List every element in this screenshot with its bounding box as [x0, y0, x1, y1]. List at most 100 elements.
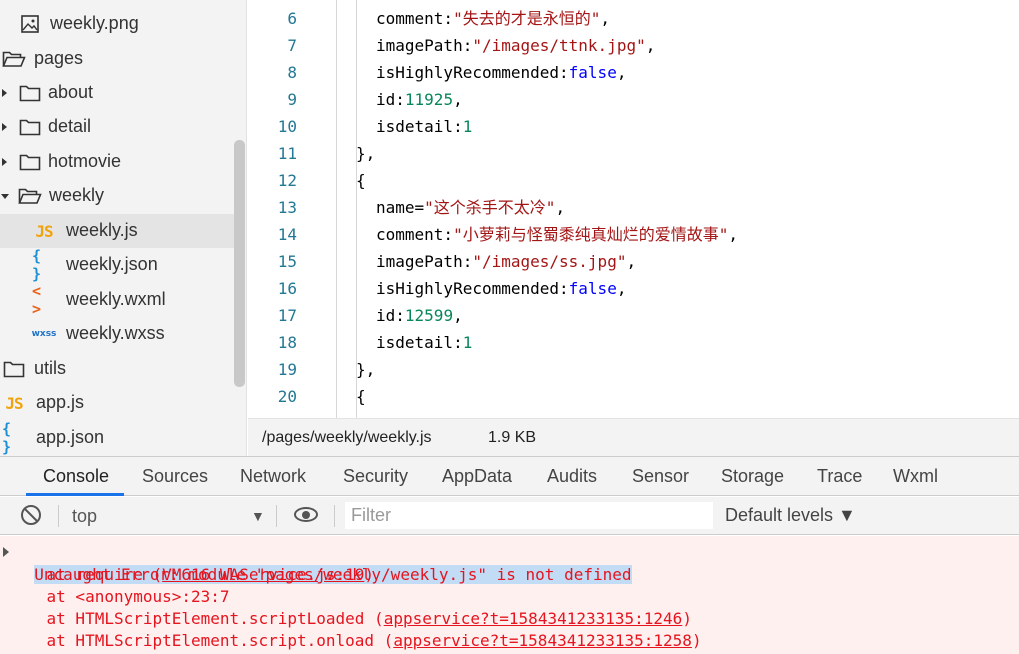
file-tree-label: weekly.wxss	[66, 323, 165, 343]
file-tree-item[interactable]: { } app.json	[0, 420, 234, 456]
chevron-right-icon[interactable]	[2, 89, 7, 97]
code-line: 11},	[248, 140, 1019, 167]
file-tree-item[interactable]: detail	[0, 110, 234, 144]
tab-wxml[interactable]: Wxml	[893, 457, 938, 496]
file-tree-item[interactable]: utils	[0, 352, 234, 386]
line-number: 15	[277, 252, 297, 271]
code-text: imagePath:"/images/ttnk.jpg",	[376, 36, 656, 55]
file-size: 1.9 KB	[488, 429, 537, 446]
file-tree-item[interactable]: about	[0, 76, 234, 110]
file-tree-label: utils	[34, 358, 67, 378]
code-text: isdetail:1	[376, 333, 473, 352]
file-tree-label: weekly	[49, 185, 105, 205]
wxml-file-icon: < >	[32, 282, 42, 318]
code-text: imagePath:"/images/ss.jpg",	[376, 252, 637, 271]
code-text: isHighlyRecommended:false,	[376, 63, 627, 82]
file-tree-label: weekly.json	[66, 254, 158, 274]
file-tree-item[interactable]: pages	[0, 42, 234, 76]
line-number: 13	[277, 198, 297, 217]
file-tree-label: weekly.png	[50, 13, 139, 33]
js-file-icon: JS	[35, 221, 53, 241]
chevron-right-icon[interactable]	[2, 123, 7, 131]
active-tab-indicator	[26, 493, 124, 496]
clear-console-icon[interactable]	[21, 505, 41, 525]
code-line: 7 imagePath:"/images/ttnk.jpg",	[248, 32, 1019, 59]
code-line: 6 comment:"失去的才是永恒的",	[248, 5, 1019, 32]
code-text: id:12599,	[376, 306, 463, 325]
line-number: 16	[277, 279, 297, 298]
code-editor[interactable]: 6 comment:"失去的才是永恒的", 7 imagePath:"/images/…	[248, 0, 1019, 418]
file-tree-label: app.js	[36, 392, 85, 412]
code-line: 13 name="这个杀手不太冷",	[248, 194, 1019, 221]
code-line: 15 imagePath:"/images/ss.jpg",	[248, 248, 1019, 275]
file-tree-item[interactable]: { } weekly.json	[0, 247, 234, 283]
devtools-tab-bar: Console Sources Network Security AppData Audi…	[0, 456, 1019, 496]
console-toolbar: top ▼ Filter Default levels ▼	[0, 497, 1019, 535]
chevron-right-icon[interactable]	[2, 158, 7, 166]
line-number: 10	[277, 117, 297, 136]
source-link[interactable]: appservice?t=1584341233135:1246	[384, 609, 683, 628]
line-number: 19	[277, 360, 297, 379]
line-number: 17	[277, 306, 297, 325]
file-tree-item[interactable]: weekly	[0, 179, 234, 213]
chevron-down-icon[interactable]	[1, 194, 9, 199]
expand-arrow-icon[interactable]	[3, 547, 9, 557]
line-number: 18	[277, 333, 297, 352]
file-tree-item[interactable]: weekly.png	[0, 7, 234, 41]
file-tree-label: detail	[48, 116, 92, 136]
line-number: 11	[277, 144, 297, 163]
tab-audits[interactable]: Audits	[547, 457, 597, 496]
file-tree-item[interactable]: JS app.js	[0, 386, 234, 420]
source-link[interactable]: VM616 WAService.js:19	[162, 565, 364, 584]
folder-icon	[2, 358, 26, 380]
tab-console[interactable]: Console	[43, 457, 109, 496]
wxss-file-icon: wxss	[31, 329, 57, 339]
stack-trace-line: at HTMLScriptElement.scriptLoaded (appse…	[8, 609, 692, 628]
file-tree-item[interactable]: wxss weekly.wxss	[0, 317, 234, 351]
code-line: 19},	[248, 356, 1019, 383]
line-number: 7	[287, 36, 297, 55]
source-link[interactable]: appservice?t=1584341233135:1258	[393, 631, 692, 650]
file-tree-label: pages	[34, 48, 84, 68]
file-tree-item[interactable]: < > weekly.wxml	[0, 282, 234, 318]
file-tree: weekly.png pages about detail hotmovie weekly…	[0, 0, 247, 456]
code-text: {	[356, 171, 366, 190]
tab-appdata[interactable]: AppData	[442, 457, 512, 496]
code-line: 14 comment:"小萝莉与怪蜀黍纯真灿烂的爱情故事",	[248, 221, 1019, 248]
eye-icon[interactable]	[294, 507, 318, 522]
code-line: 18 isdetail:1	[248, 329, 1019, 356]
code-line: 20 {	[248, 383, 1019, 410]
file-tree-label: weekly.wxml	[66, 289, 166, 309]
tab-security[interactable]: Security	[343, 457, 408, 496]
js-file-icon: JS	[5, 393, 23, 413]
filter-input[interactable]: Filter	[345, 502, 713, 529]
file-tree-label: hotmovie	[48, 151, 122, 171]
log-levels-dropdown[interactable]: Default levels ▼	[725, 505, 856, 526]
chevron-down-icon[interactable]: ▼	[251, 508, 265, 524]
image-file-icon	[18, 13, 42, 35]
code-text: {	[356, 387, 366, 406]
tab-network[interactable]: Network	[240, 457, 306, 496]
code-text: id:11925,	[376, 90, 463, 109]
code-text: },	[356, 144, 376, 163]
context-selector[interactable]: top	[72, 506, 97, 527]
code-text: isdetail:1	[376, 117, 473, 136]
tab-sensor[interactable]: Sensor	[632, 457, 689, 496]
file-tree-label: weekly.js	[66, 220, 138, 240]
tab-trace[interactable]: Trace	[817, 457, 862, 496]
file-tree-label: about	[48, 82, 94, 102]
code-line: 10 isdetail:1	[248, 113, 1019, 140]
tab-storage[interactable]: Storage	[721, 457, 784, 496]
file-tree-item[interactable]: hotmovie	[0, 145, 234, 179]
folder-icon	[18, 151, 42, 173]
file-tree-item[interactable]: JS weekly.js	[0, 214, 234, 248]
file-tree-scrollbar[interactable]	[234, 140, 245, 387]
line-number: 9	[287, 90, 297, 109]
code-line: 8 isHighlyRecommended:false,	[248, 59, 1019, 86]
line-number: 20	[277, 387, 297, 406]
toolbar-divider	[276, 505, 277, 527]
tab-sources[interactable]: Sources	[142, 457, 208, 496]
code-text: comment:"小萝莉与怪蜀黍纯真灿烂的爱情故事",	[376, 225, 738, 244]
json-file-icon: { }	[32, 247, 42, 283]
code-line: 17 id:12599,	[248, 302, 1019, 329]
